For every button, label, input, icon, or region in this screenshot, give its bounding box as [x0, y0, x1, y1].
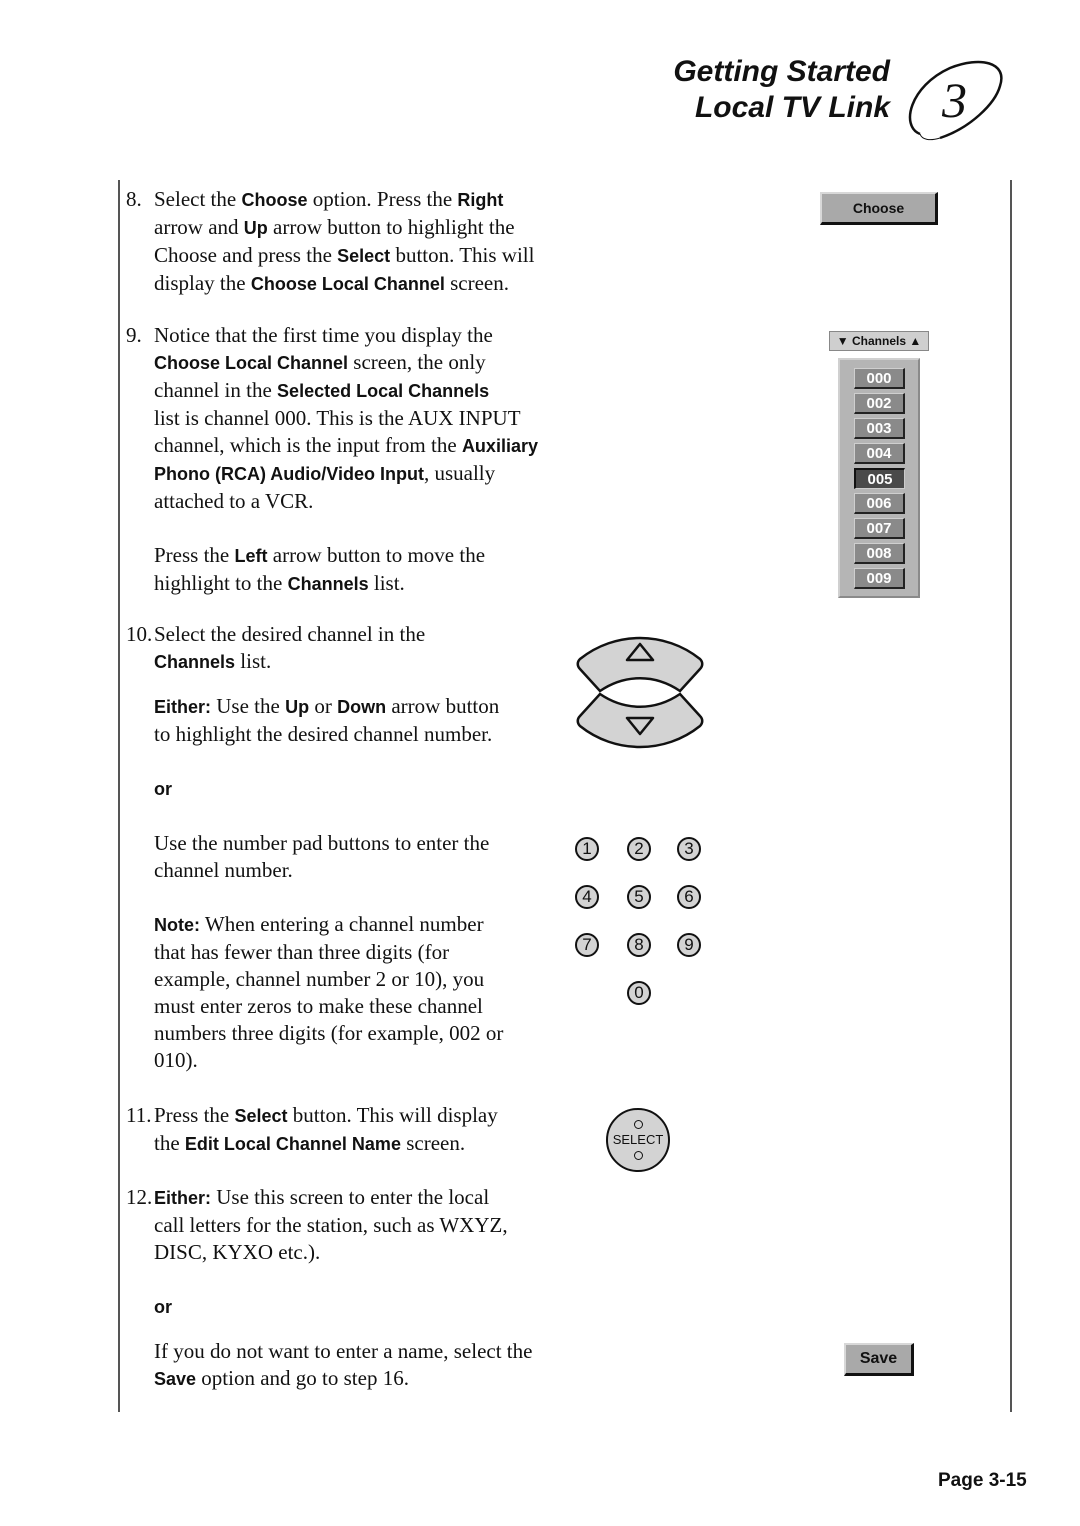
- step-8: 8. Select the Choose option. Press the R…: [126, 187, 535, 295]
- channel-item[interactable]: 008: [854, 543, 905, 564]
- select-button[interactable]: SELECT: [606, 1108, 670, 1172]
- key-5[interactable]: 5: [627, 885, 651, 909]
- channel-item[interactable]: 004: [854, 443, 905, 464]
- up-arrow-button[interactable]: [576, 636, 704, 693]
- select-dot-top-icon: [634, 1120, 643, 1129]
- select-label: SELECT: [612, 1132, 664, 1147]
- scroll-down-icon[interactable]: ▼: [837, 334, 849, 348]
- step-12-save-text: If you do not want to enter a name, sele…: [154, 1339, 533, 1390]
- choose-button[interactable]: Choose: [820, 192, 938, 225]
- or-label-1: or: [154, 779, 172, 799]
- key-8[interactable]: 8: [627, 933, 651, 957]
- scroll-up-icon[interactable]: ▲: [909, 334, 921, 348]
- chapter-badge: 3: [900, 56, 1010, 148]
- step-12: 12. Either: Use this screen to enter the…: [126, 1185, 508, 1264]
- header-line-2: Local TV Link: [694, 91, 890, 124]
- key-3[interactable]: 3: [677, 837, 701, 861]
- header-line-1: Getting Started: [673, 55, 890, 88]
- channels-header-label: Channels: [851, 334, 906, 348]
- or-label-2: or: [154, 1297, 172, 1317]
- key-2[interactable]: 2: [627, 837, 651, 861]
- right-margin-rule: [1010, 180, 1012, 1412]
- channel-item[interactable]: 009: [854, 568, 905, 589]
- down-arrow-button[interactable]: [576, 692, 704, 749]
- channel-item-selected[interactable]: 005: [854, 468, 905, 489]
- channel-item[interactable]: 003: [854, 418, 905, 439]
- key-6[interactable]: 6: [677, 885, 701, 909]
- key-9[interactable]: 9: [677, 933, 701, 957]
- key-1[interactable]: 1: [575, 837, 599, 861]
- step-10: 10. Select the desired channel in the Ch…: [126, 622, 500, 746]
- channels-list: 000 002 003 004 005 006 007 008 009: [838, 358, 920, 598]
- key-4[interactable]: 4: [575, 885, 599, 909]
- save-button[interactable]: Save: [844, 1343, 914, 1376]
- key-0[interactable]: 0: [627, 981, 651, 1005]
- channels-list-header[interactable]: ▼ Channels ▲: [829, 331, 929, 351]
- channel-item[interactable]: 002: [854, 393, 905, 414]
- step-11: 11. Press the Select button. This will d…: [126, 1103, 498, 1155]
- channel-item[interactable]: 007: [854, 518, 905, 539]
- select-dot-bottom-icon: [634, 1151, 643, 1160]
- arrow-buttons-illustration: [576, 636, 704, 749]
- channel-item[interactable]: 000: [854, 368, 905, 389]
- chapter-header: Getting Started Local TV Link: [673, 54, 890, 126]
- channel-item[interactable]: 006: [854, 493, 905, 514]
- step-10-numpad-text: Use the number pad buttons to enter the …: [154, 831, 504, 1072]
- step-9: 9. Notice that the first time you displa…: [126, 323, 538, 595]
- left-margin-rule: [118, 180, 120, 1412]
- chapter-number: 3: [942, 72, 967, 128]
- page-number: Page 3-15: [938, 1470, 1027, 1491]
- key-7[interactable]: 7: [575, 933, 599, 957]
